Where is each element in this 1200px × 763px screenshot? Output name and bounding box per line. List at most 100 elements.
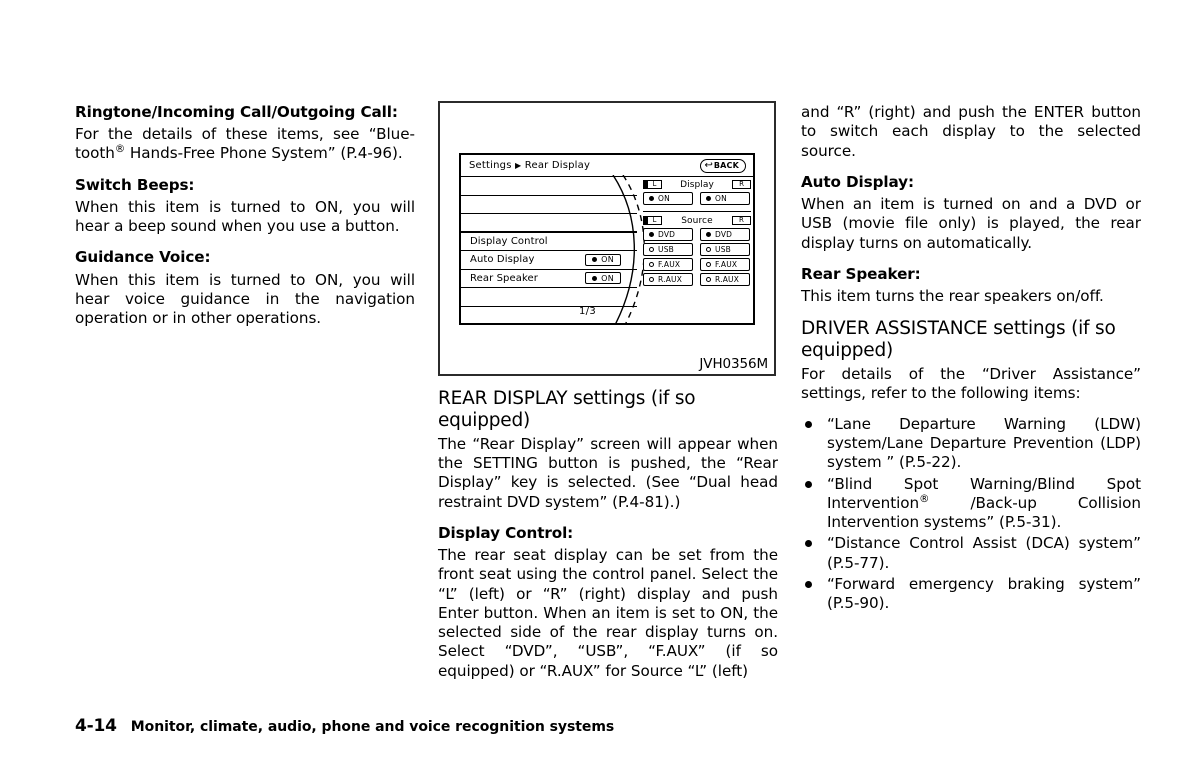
back-button[interactable]: ↩ BACK [700, 158, 746, 173]
radio-empty-icon [649, 261, 654, 267]
source-left-option-label: F.AUX [658, 259, 681, 269]
radio-filled-icon [649, 231, 654, 237]
display-group-header: L Display R [643, 179, 751, 190]
list-item-text: “Forward emergency braking system” (P.5-… [827, 574, 1141, 613]
heading-rear-display-settings: REAR DISPLAY settings (if so equipped) [438, 388, 696, 431]
source-right-column: DVD USB F.AUX R.AUX [700, 228, 750, 288]
radio-empty-icon [706, 246, 711, 252]
display-right-column: ON [700, 192, 750, 207]
radio-empty-icon [649, 276, 654, 282]
auto-display-toggle[interactable]: ON [585, 253, 621, 266]
display-right-on-label: ON [715, 193, 727, 203]
left-text-column: Ringtone/Incoming Call/Outgoing Call: Fo… [75, 103, 415, 329]
radio-filled-icon [649, 195, 654, 201]
source-left-option-label: R.AUX [658, 274, 683, 284]
panel-divider [643, 211, 751, 212]
manual-page: Ringtone/Incoming Call/Outgoing Call: Fo… [0, 0, 1200, 763]
navigation-screen-illustration: Settings ▶ Rear Display ↩ BACK Display C… [459, 153, 755, 325]
list-item: “Blind Spot Warning/Blind Spot Intervent… [801, 475, 1141, 533]
heading-driver-assistance: DRIVER ASSISTANCE settings (if so equipp… [801, 318, 1116, 362]
menu-row-empty-1[interactable] [461, 177, 637, 196]
list-item-text: “Lane Departure Warning (LDW) system/Lan… [827, 414, 1141, 472]
display-left-on-label: ON [658, 193, 670, 203]
menu-row-empty-3[interactable] [461, 214, 637, 233]
paragraph-rear-display-intro: The “Rear Display” screen will appear wh… [438, 434, 778, 511]
figure-rear-display-screen: Settings ▶ Rear Display ↩ BACK Display C… [438, 101, 776, 376]
source-right-usb-option[interactable]: USB [700, 243, 750, 256]
page-indicator: 1/3 [579, 306, 596, 317]
radio-filled-icon [706, 195, 711, 201]
rear-speaker-toggle[interactable]: ON [585, 272, 621, 285]
middle-text-column: REAR DISPLAY settings (if so equipped) T… [438, 388, 778, 681]
heading-rear-speaker: Rear Speaker: [801, 264, 921, 283]
display-right-key[interactable]: R [732, 179, 751, 190]
paragraph-auto-display: When an item is turned on and a DVD or U… [801, 195, 1141, 252]
ringtone-text-post: Hands-Free Phone System” (P.4-96). [125, 144, 403, 163]
source-right-faux-option[interactable]: F.AUX [700, 258, 750, 271]
display-left-key[interactable]: L [643, 179, 662, 190]
source-right-raux-option[interactable]: R.AUX [700, 273, 750, 286]
radio-empty-icon [706, 261, 711, 267]
heading-ringtone: Ringtone/Incoming Call/Outgoing Call: [75, 103, 398, 121]
source-left-key[interactable]: L [643, 215, 662, 226]
heading-display-control: Display Control: [438, 523, 574, 542]
footer-section-title: Monitor, climate, audio, phone and voice… [130, 719, 615, 735]
list-item: “Lane Departure Warning (LDW) system/Lan… [801, 415, 1141, 473]
breadcrumb-current: Rear Display [524, 160, 591, 171]
radio-empty-icon [706, 276, 711, 282]
paragraph-switch-beeps: When this item is turned to ON, you will… [75, 197, 415, 236]
source-left-option-label: DVD [658, 229, 676, 239]
display-right-on-option[interactable]: ON [700, 192, 750, 205]
display-left-on-option[interactable]: ON [643, 192, 693, 205]
source-options: DVD USB F.AUX R.AUX DVD USB F.AUX R.AUX [643, 228, 751, 288]
source-left-raux-option[interactable]: R.AUX [643, 273, 693, 286]
paragraph-continuation: and “R” (right) and push the ENTER butto… [801, 103, 1141, 160]
breadcrumb-separator-icon: ▶ [515, 161, 522, 170]
menu-row-auto-display[interactable]: Auto Display ON [461, 251, 637, 270]
menu-row-rear-speaker[interactable]: Rear Speaker ON [461, 270, 637, 288]
breadcrumb: Settings ▶ Rear Display [469, 160, 590, 171]
settings-menu-list: Display Control Auto Display ON Rear Spe… [461, 177, 637, 323]
source-right-option-label: R.AUX [715, 274, 740, 284]
paragraph-rear-speaker: This item turns the rear speakers on/off… [801, 287, 1104, 306]
menu-row-empty-4[interactable] [461, 288, 637, 307]
bullet-icon [805, 540, 812, 548]
bullet-icon [805, 480, 812, 488]
bullet-icon [805, 580, 812, 588]
right-text-column: and “R” (right) and push the ENTER butto… [801, 103, 1141, 616]
paragraph-driver-assistance-intro: For details of the “Driver Assistance” s… [801, 365, 1141, 403]
registered-mark-icon: ® [114, 143, 126, 156]
source-right-option-label: USB [715, 244, 731, 254]
back-arrow-icon: ↩ [704, 159, 713, 171]
paragraph-display-control: The rear seat display can be set from th… [438, 545, 778, 680]
source-right-dvd-option[interactable]: DVD [700, 228, 750, 241]
rear-speaker-value: ON [601, 273, 614, 283]
display-group-title: Display [680, 179, 714, 190]
display-left-column: ON [643, 192, 693, 207]
source-group-title: Source [681, 215, 713, 226]
footer-page-number: 4-14 [75, 716, 117, 736]
source-left-faux-option[interactable]: F.AUX [643, 258, 693, 271]
menu-row-empty-2[interactable] [461, 196, 637, 214]
paragraph-ringtone: For the details of these items, see “Blu… [75, 125, 415, 164]
menu-row-display-control[interactable]: Display Control [461, 233, 637, 251]
source-right-option-label: F.AUX [715, 259, 738, 269]
breadcrumb-root: Settings [469, 160, 512, 171]
source-left-option-label: USB [658, 244, 674, 254]
page-footer: 4-14 Monitor, climate, audio, phone and … [75, 716, 614, 736]
paragraph-guidance-voice: When this item is turned to ON, you will… [75, 270, 415, 328]
menu-label-auto-display: Auto Display [470, 254, 535, 266]
source-left-dvd-option[interactable]: DVD [643, 228, 693, 241]
radio-filled-icon [706, 231, 711, 237]
source-right-option-label: DVD [715, 229, 733, 239]
source-group-header: L Source R [643, 215, 751, 226]
source-left-usb-option[interactable]: USB [643, 243, 693, 256]
driver-assistance-list: “Lane Departure Warning (LDW) system/Lan… [801, 415, 1141, 614]
heading-auto-display: Auto Display: [801, 172, 914, 191]
source-right-key[interactable]: R [731, 215, 751, 226]
back-button-label: BACK [713, 161, 739, 170]
radio-filled-icon [592, 275, 598, 281]
source-left-column: DVD USB F.AUX R.AUX [643, 228, 693, 288]
menu-label-rear-speaker: Rear Speaker [470, 272, 538, 284]
bullet-icon [805, 420, 812, 428]
